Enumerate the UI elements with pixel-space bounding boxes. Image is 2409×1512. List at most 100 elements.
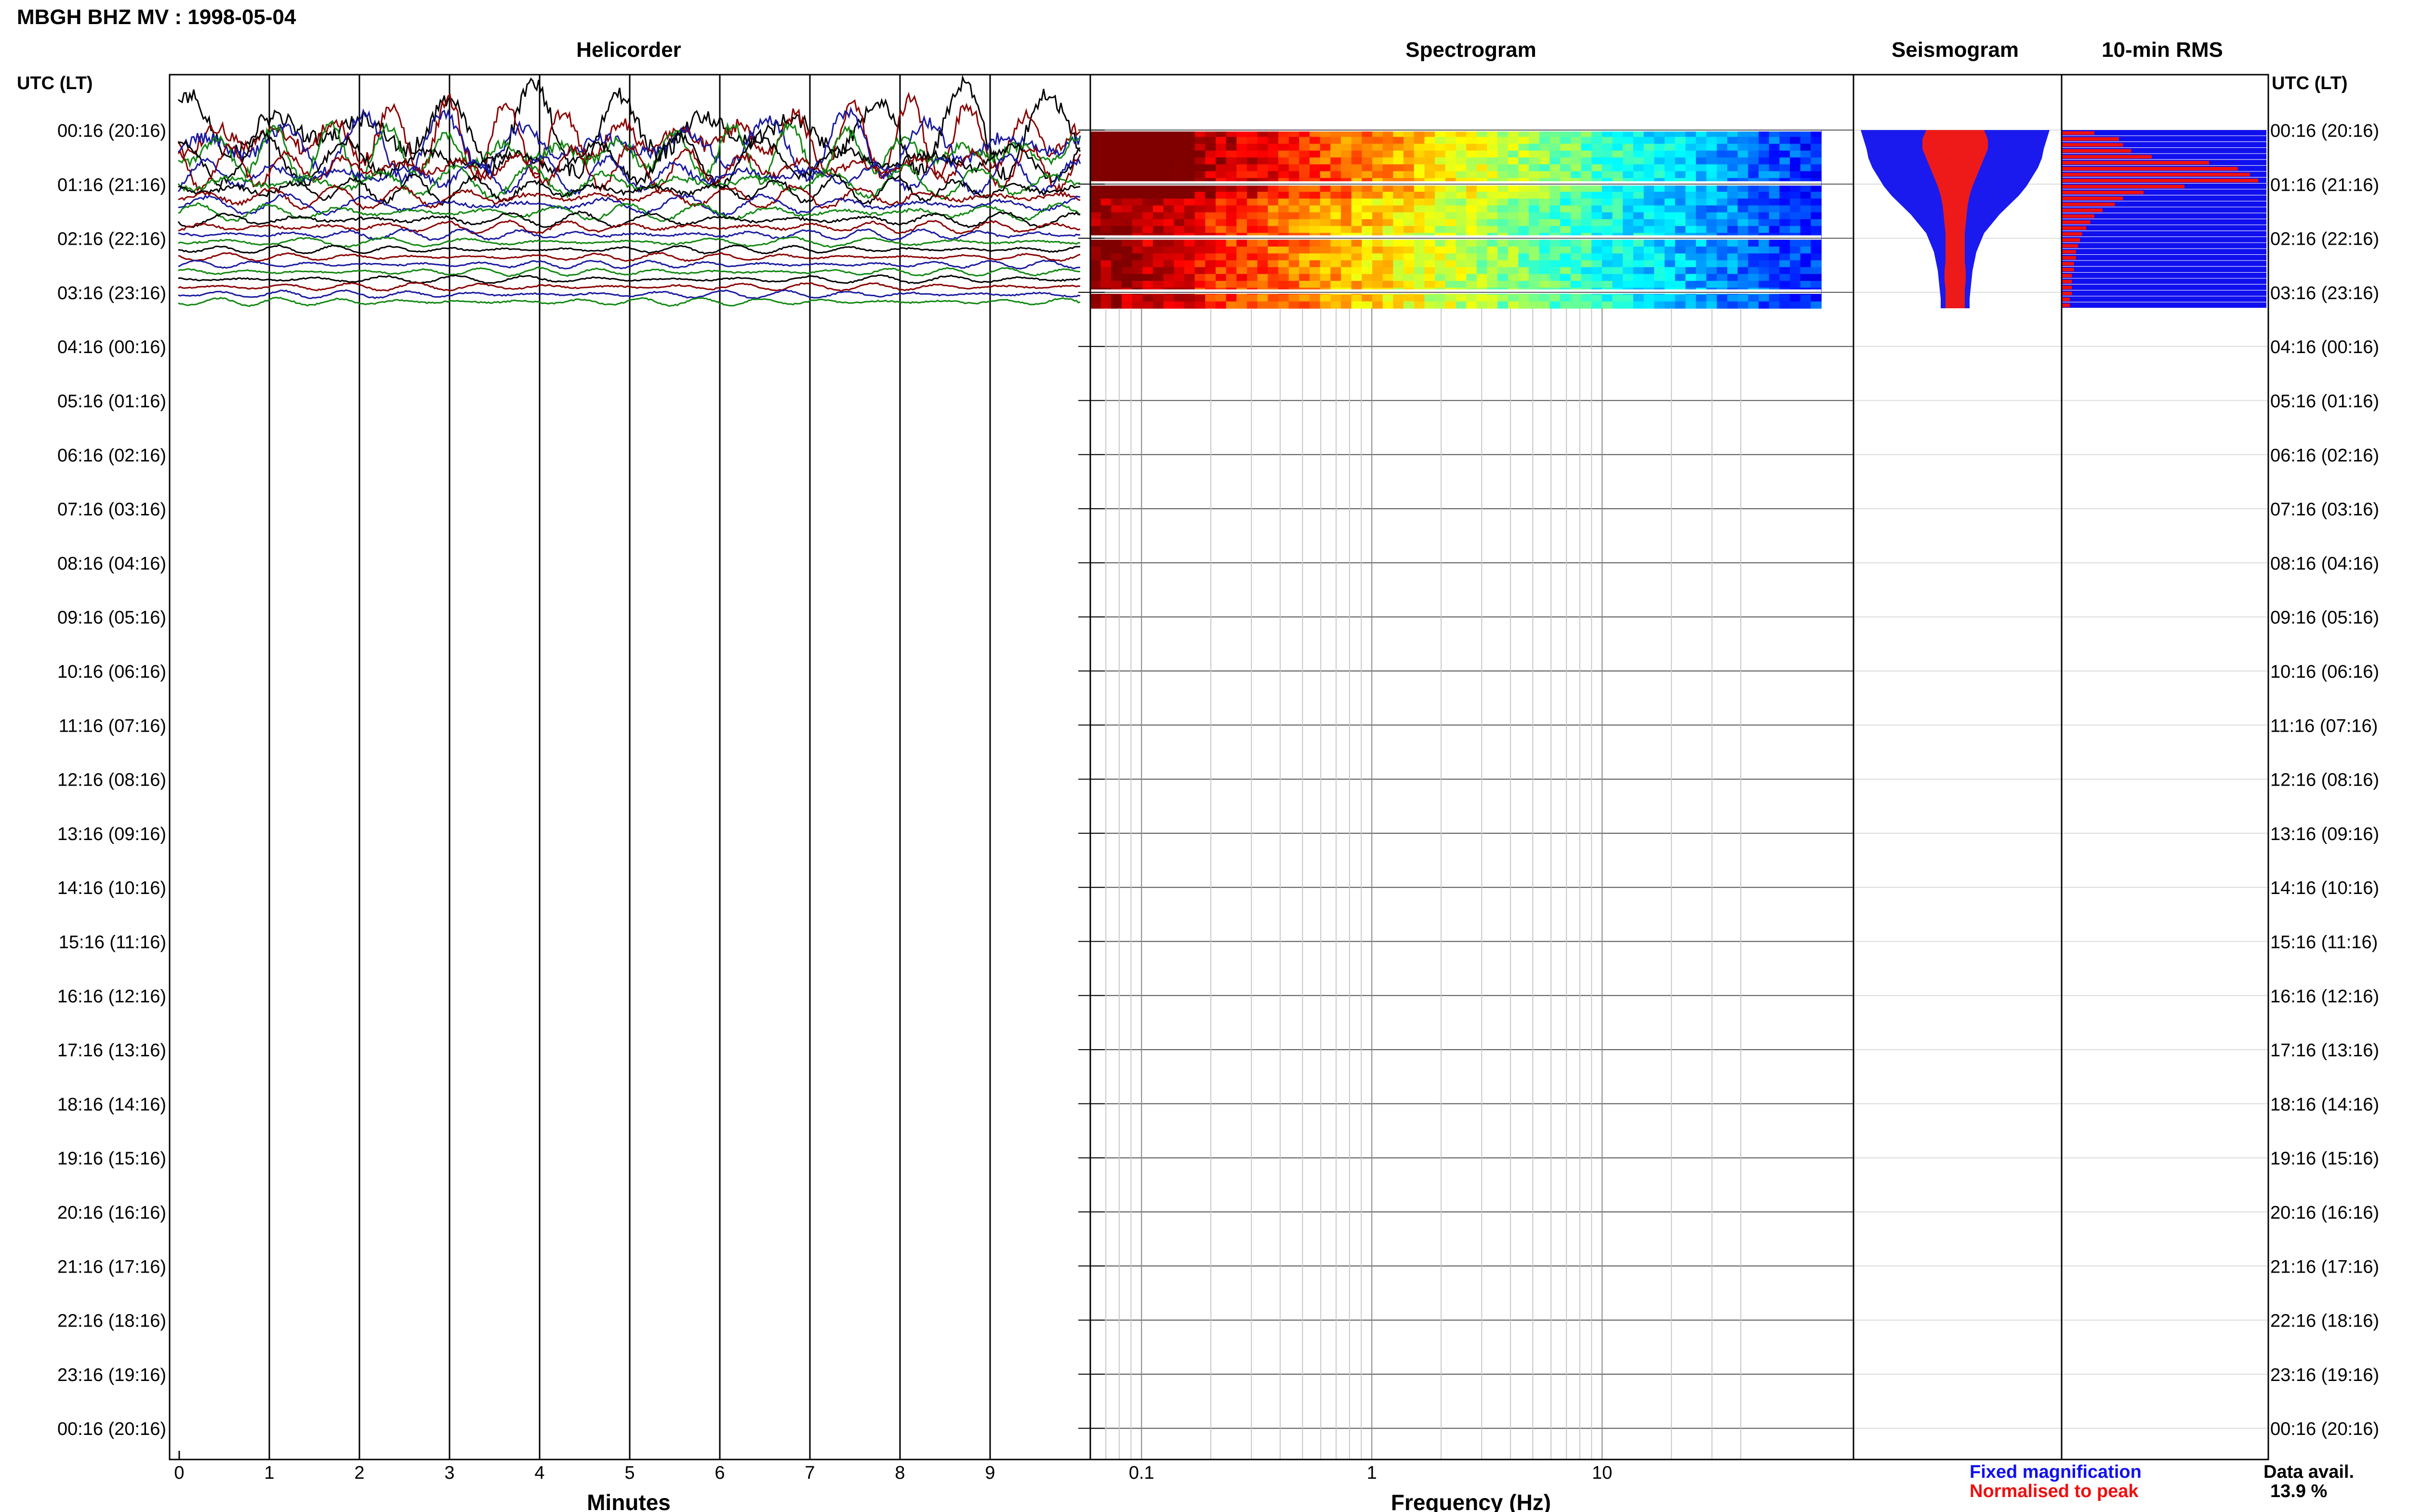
spectrogram-cell — [1163, 219, 1175, 226]
spectrogram-cell — [1414, 164, 1425, 172]
spectrogram-cell — [1685, 192, 1696, 199]
spectrogram-cell — [1769, 137, 1780, 145]
spectrogram-cell — [1362, 260, 1373, 268]
spectrogram-cell — [1216, 226, 1227, 234]
spectrogram-gap — [1090, 181, 1821, 186]
spectrogram-cell — [1216, 301, 1227, 309]
rms-bar-fixed — [2062, 231, 2266, 237]
spectrogram-cell — [1132, 150, 1143, 158]
spectrogram-cell — [1153, 157, 1164, 165]
spectrogram-cell — [1727, 150, 1738, 158]
spectrogram-cell — [1111, 253, 1122, 261]
spectrogram-cell — [1153, 212, 1164, 220]
spectrogram-cell — [1403, 294, 1415, 302]
spectrogram-cell — [1591, 226, 1602, 234]
spectrogram-cell — [1654, 294, 1665, 302]
spectrogram-cell — [1539, 239, 1550, 247]
spectrogram-cell — [1643, 212, 1655, 220]
spectrogram-cell — [1779, 157, 1790, 165]
spectrogram-cell — [1664, 192, 1676, 199]
spectrogram-cell — [1257, 281, 1269, 289]
spectrogram-cell — [1664, 246, 1676, 254]
spectrogram-cell — [1372, 171, 1383, 179]
spectrogram-cell — [1685, 260, 1696, 268]
spectrogram-cell — [1424, 157, 1435, 165]
spectrogram-cell — [1330, 239, 1341, 247]
spectrogram-cell — [1487, 150, 1498, 158]
spectrogram-cell — [1529, 212, 1540, 220]
spectrogram-cell — [1090, 137, 1101, 145]
spectrogram-cell — [1706, 198, 1718, 206]
spectrogram-cell — [1643, 226, 1655, 234]
spectrogram-cell — [1403, 171, 1415, 179]
spectrogram-cell — [1288, 192, 1300, 199]
spectrogram-cell — [1623, 239, 1634, 247]
spectrogram-cell — [1216, 274, 1227, 281]
spectrogram-cell — [1518, 274, 1529, 281]
spectrogram-cell — [1226, 260, 1237, 268]
spectrogram-cell — [1330, 192, 1341, 199]
spectrogram-cell — [1612, 137, 1624, 145]
spectrogram-cell — [1643, 274, 1655, 281]
spectrogram-cell — [1790, 239, 1801, 247]
spectrogram-cell — [1581, 144, 1592, 151]
spectrogram-cell — [1675, 137, 1686, 145]
spectrogram-cell — [1184, 150, 1195, 158]
spectrogram-cell — [1685, 239, 1696, 247]
spectrogram-cell — [1769, 192, 1780, 199]
spectrogram-cell — [1184, 267, 1195, 275]
spectrogram-cell — [1299, 301, 1310, 309]
spectrogram-cell — [1727, 246, 1738, 254]
spectrogram-cell — [1591, 164, 1602, 172]
spectrogram-cell — [1100, 212, 1112, 220]
spectrogram-cell — [1654, 150, 1665, 158]
spectrogram-cell — [1570, 246, 1582, 254]
spectrogram-cell — [1623, 226, 1634, 234]
spectrogram-cell — [1612, 144, 1624, 151]
spectrogram-cell — [1790, 294, 1801, 302]
spectrogram-cell — [1163, 239, 1175, 247]
spectrogram-cell — [1518, 239, 1529, 247]
spectrogram-cell — [1163, 281, 1175, 289]
spectrogram-cell — [1539, 157, 1550, 165]
spectrogram-cell — [1299, 260, 1310, 268]
spectrogram-cell — [1122, 281, 1133, 289]
spectrogram-cell — [1205, 246, 1216, 254]
spectrogram-cell — [1654, 281, 1665, 289]
spectrogram-cell — [1769, 281, 1780, 289]
spectrogram-cell — [1278, 294, 1289, 302]
spectrogram-cell — [1403, 157, 1415, 165]
spectrogram-cell — [1247, 212, 1258, 220]
spectrogram-cell — [1435, 198, 1446, 206]
time-label-right: 00:16 (20:16) — [2270, 1419, 2379, 1439]
spectrogram-cell — [1382, 144, 1394, 151]
spectrogram-cell — [1288, 150, 1300, 158]
spectrogram-cell — [1759, 294, 1770, 302]
spectrogram-cell — [1800, 267, 1812, 275]
spectrogram-cell — [1560, 226, 1571, 234]
spectrogram-cell — [1497, 274, 1509, 281]
spectrogram-cell — [1727, 267, 1738, 275]
time-label-right: 02:16 (22:16) — [2270, 229, 2379, 250]
spectrogram-cell — [1288, 274, 1300, 281]
spectrogram-cell — [1717, 192, 1728, 199]
spectrogram-cell — [1268, 198, 1279, 206]
spectrogram-cell — [1424, 267, 1435, 275]
spectrogram-cell — [1727, 184, 1738, 192]
spectrogram-cell — [1529, 226, 1540, 234]
spectrogram-cell — [1393, 164, 1404, 172]
spectrogram-cell — [1330, 246, 1341, 254]
spectrogram-cell — [1310, 226, 1321, 234]
spectrogram-cell — [1320, 301, 1331, 309]
spectrogram-cell — [1643, 192, 1655, 199]
spectrogram-cell — [1299, 226, 1310, 234]
spectrogram-cell — [1090, 171, 1101, 179]
spectrogram-cell — [1351, 281, 1363, 289]
minute-tick-label: 7 — [805, 1463, 815, 1483]
spectrogram-cell — [1706, 219, 1718, 226]
spectrogram-cell — [1247, 226, 1258, 234]
spectrogram-cell — [1518, 192, 1529, 199]
rms-bar-fixed — [2062, 255, 2266, 261]
spectrogram-cell — [1174, 150, 1185, 158]
spectrogram-cell — [1288, 205, 1300, 213]
